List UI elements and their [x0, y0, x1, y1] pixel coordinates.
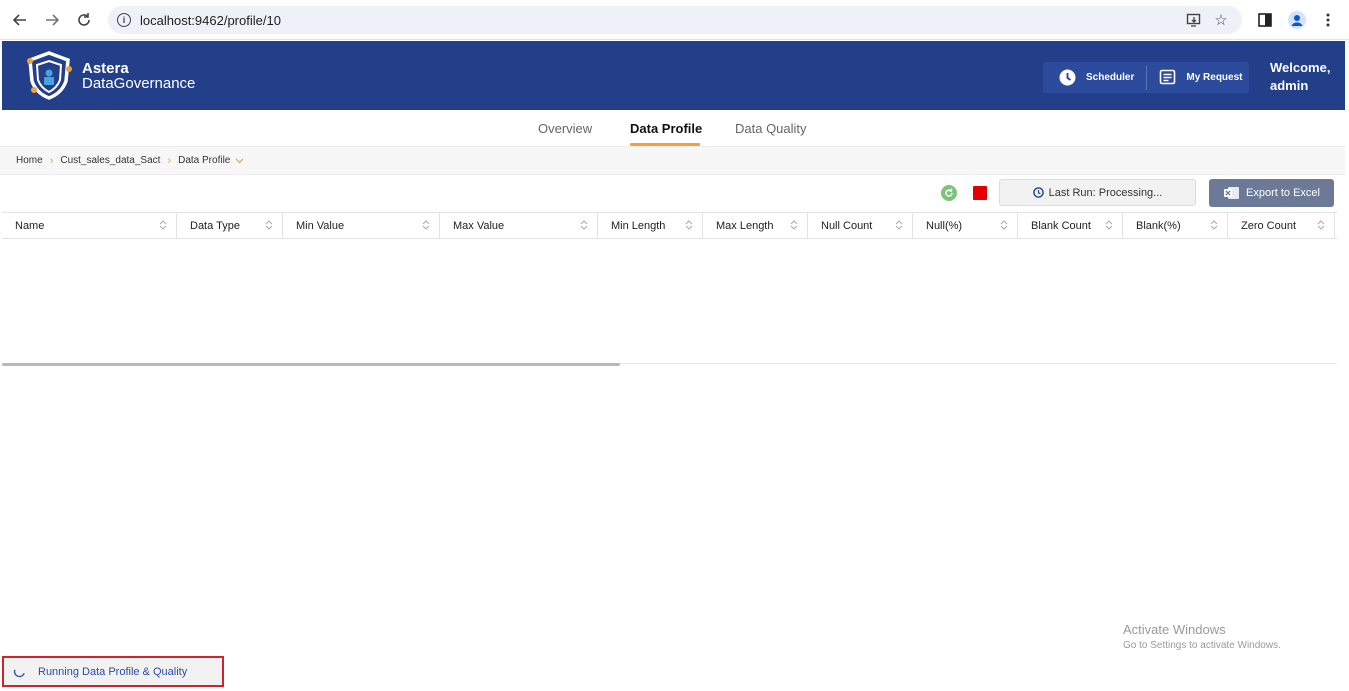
my-request-button[interactable]: My Request — [1159, 62, 1242, 93]
profile-table: Name Data Type Min Value Max Value Min L… — [2, 212, 1337, 364]
last-run-button[interactable]: Last Run: Processing... — [999, 179, 1196, 206]
refresh-icon[interactable] — [941, 185, 957, 201]
header-divider — [1146, 65, 1148, 90]
breadcrumb-current[interactable]: Data Profile — [178, 155, 230, 166]
export-to-excel-button[interactable]: Export to Excel — [1209, 179, 1334, 207]
astera-shield-logo-icon[interactable] — [22, 49, 76, 101]
sort-icon[interactable] — [422, 219, 430, 231]
column-header-blank-count[interactable]: Blank Count — [1018, 213, 1123, 238]
activate-windows-watermark: Activate Windows Go to Settings to activ… — [1123, 622, 1281, 651]
logo-line-2: DataGovernance — [82, 75, 196, 92]
column-header-null-percent[interactable]: Null(%) — [913, 213, 1018, 238]
horizontal-scrollbar[interactable] — [2, 363, 620, 366]
chevron-down-icon[interactable] — [235, 156, 244, 166]
chevron-right-icon: › — [49, 154, 54, 167]
stop-icon[interactable] — [973, 186, 987, 200]
sort-icon[interactable] — [265, 219, 273, 231]
sort-icon[interactable] — [790, 219, 798, 231]
chevron-right-icon: › — [167, 154, 172, 167]
logo-line-1: Astera — [82, 60, 129, 77]
forward-arrow-icon[interactable] — [40, 8, 64, 32]
clock-icon — [1059, 69, 1076, 86]
sort-icon[interactable] — [1210, 219, 1218, 231]
welcome-greeting: Welcome, — [1270, 60, 1331, 75]
address-bar[interactable]: i localhost:9462/profile/10 ☆ — [108, 6, 1242, 34]
url-text[interactable]: localhost:9462/profile/10 — [140, 13, 281, 28]
header-actions: Scheduler My Request — [1043, 62, 1249, 93]
scheduler-label: Scheduler — [1086, 72, 1135, 83]
reload-icon[interactable] — [72, 8, 96, 32]
app-logo-text[interactable]: Astera DataGovernance — [82, 61, 195, 91]
profile-avatar-icon[interactable] — [1286, 9, 1308, 31]
column-header-blank-percent[interactable]: Blank(%) — [1123, 213, 1228, 238]
sort-icon[interactable] — [580, 219, 588, 231]
running-status-indicator[interactable]: Running Data Profile & Quality — [2, 656, 224, 687]
welcome-username: admin — [1270, 78, 1309, 93]
sort-icon[interactable] — [1317, 219, 1325, 231]
watermark-title: Activate Windows — [1123, 622, 1226, 637]
welcome-user[interactable]: Welcome, admin — [1270, 59, 1330, 95]
column-header-null-count[interactable]: Null Count — [808, 213, 913, 238]
column-header-max-length[interactable]: Max Length — [703, 213, 808, 238]
spinner-icon — [13, 669, 25, 678]
column-header-min-value[interactable]: Min Value — [283, 213, 440, 238]
side-panel-icon[interactable] — [1254, 9, 1276, 31]
sort-icon[interactable] — [1105, 219, 1113, 231]
column-header-zero-count[interactable]: Zero Count — [1228, 213, 1335, 238]
table-header: Name Data Type Min Value Max Value Min L… — [2, 212, 1337, 239]
clock-icon — [1032, 187, 1044, 198]
my-request-label: My Request — [1186, 72, 1243, 83]
column-header-name[interactable]: Name — [2, 213, 177, 238]
sort-icon[interactable] — [685, 219, 693, 231]
bookmark-star-icon[interactable]: ☆ — [1212, 11, 1230, 29]
sort-icon[interactable] — [159, 219, 167, 231]
export-label: Export to Excel — [1246, 187, 1320, 199]
breadcrumb: Home › Cust_sales_data_Sact › Data Profi… — [0, 146, 1345, 175]
request-document-icon — [1160, 69, 1176, 85]
profile-tabs: Overview Data Profile Data Quality — [0, 112, 1349, 146]
sort-icon[interactable] — [895, 219, 903, 231]
app-header: Astera DataGovernance Scheduler My Reque… — [2, 41, 1345, 110]
breadcrumb-home[interactable]: Home — [16, 155, 43, 166]
column-header-min-length[interactable]: Min Length — [598, 213, 703, 238]
column-header-max-value[interactable]: Max Value — [440, 213, 598, 238]
last-run-label: Last Run: Processing... — [1048, 186, 1163, 199]
watermark-subtitle: Go to Settings to activate Windows. — [1123, 640, 1281, 651]
browser-menu-icon[interactable] — [1317, 9, 1339, 31]
status-text: Running Data Profile & Quality — [38, 665, 188, 678]
install-app-icon[interactable] — [1185, 11, 1203, 29]
tab-overview[interactable]: Overview — [538, 121, 592, 136]
sort-icon[interactable] — [1000, 219, 1008, 231]
column-header-data-type[interactable]: Data Type — [177, 213, 283, 238]
browser-toolbar: i localhost:9462/profile/10 ☆ — [0, 0, 1349, 40]
breadcrumb-dataset[interactable]: Cust_sales_data_Sact — [60, 155, 160, 166]
back-arrow-icon[interactable] — [8, 8, 32, 32]
tab-data-quality[interactable]: Data Quality — [735, 121, 807, 136]
excel-icon — [1224, 187, 1239, 199]
tab-data-profile[interactable]: Data Profile — [630, 121, 702, 136]
site-info-icon[interactable]: i — [117, 13, 131, 27]
scheduler-button[interactable]: Scheduler — [1059, 62, 1134, 93]
